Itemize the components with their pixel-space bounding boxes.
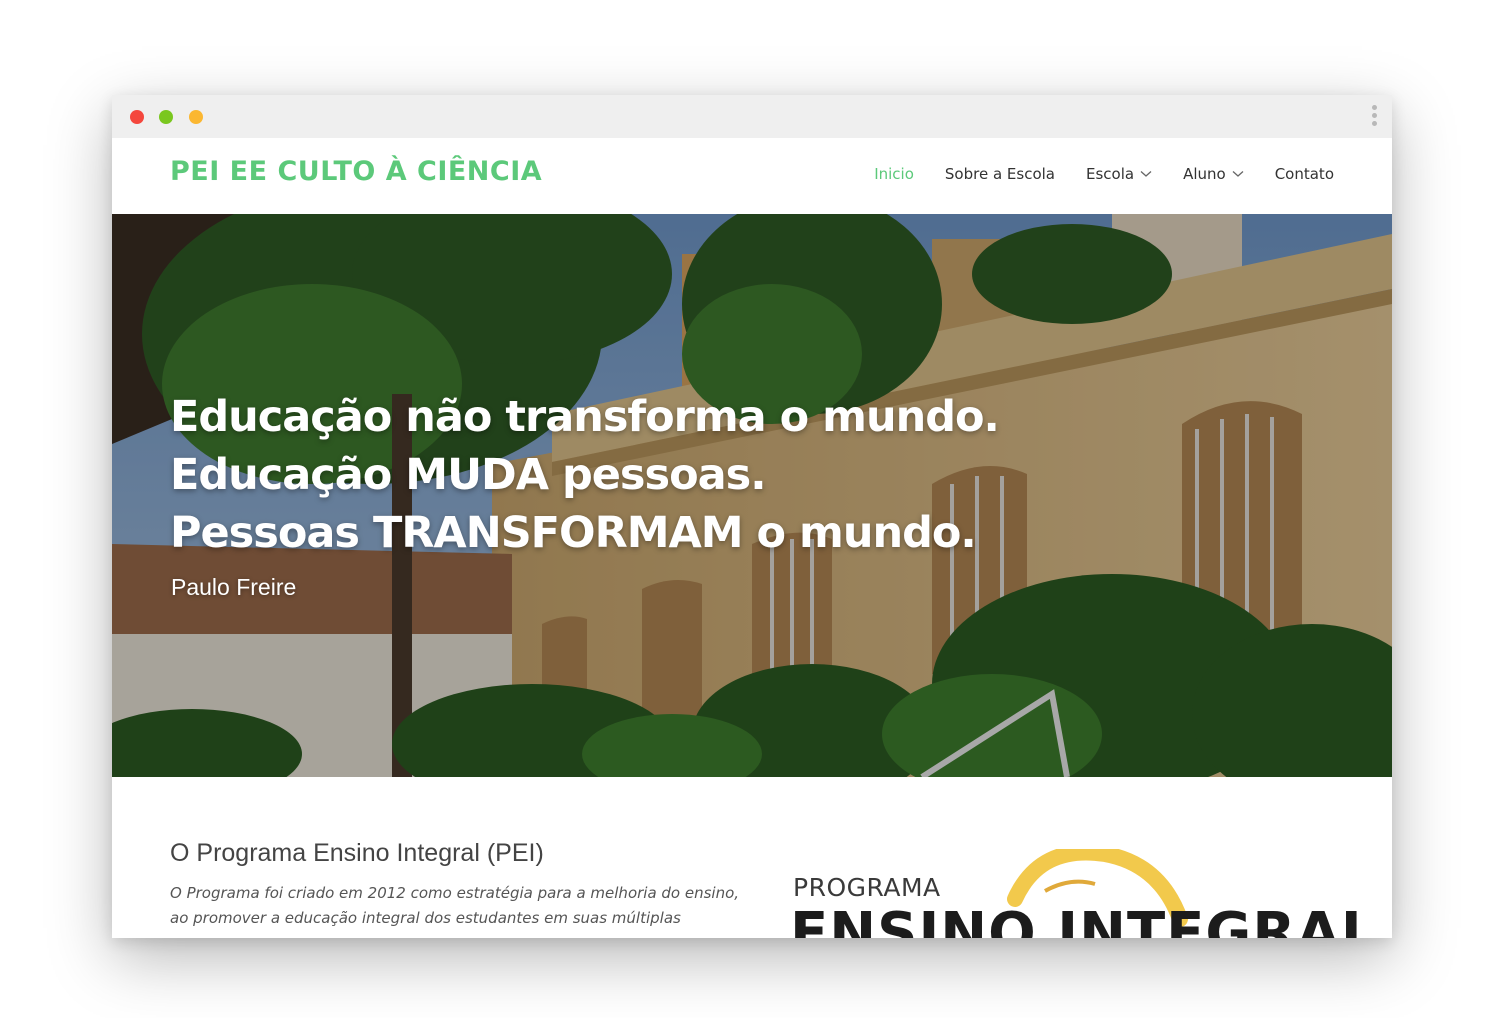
hero-quote: Educação não transforma o mundo. Educaçã… — [170, 388, 1000, 562]
menu-item-label: Contato — [1274, 165, 1334, 183]
maximize-window-button[interactable] — [159, 110, 173, 124]
site-brand[interactable]: PEI EE CULTO À CIÊNCIA — [170, 156, 542, 187]
browser-window: PEI EE CULTO À CIÊNCIA Inicio Sobre a Es… — [112, 95, 1392, 938]
kebab-menu-icon[interactable] — [1372, 105, 1378, 129]
minimize-window-button[interactable] — [189, 110, 203, 124]
hero-banner: Educação não transforma o mundo. Educaçã… — [112, 214, 1392, 777]
menu-item-inicio[interactable]: Inicio — [874, 165, 914, 183]
chevron-down-icon — [1140, 171, 1152, 177]
menu-item-label: Escola — [1086, 165, 1135, 183]
hero-quote-line: Educação MUDA pessoas. — [170, 450, 767, 500]
menu-item-label: Inicio — [874, 165, 914, 183]
section-description: O Programa foi criado em 2012 como estra… — [170, 884, 740, 927]
menu-item-label: Aluno — [1183, 165, 1226, 183]
menu-item-label: Sobre a Escola — [944, 165, 1055, 183]
logo-big-text: ENSINO INTEGRAL — [790, 901, 1378, 938]
close-window-button[interactable] — [130, 110, 144, 124]
browser-titlebar — [112, 95, 1392, 138]
menu-item-sobre-a-escola[interactable]: Sobre a Escola — [945, 165, 1055, 183]
hero-quote-author: Paulo Freire — [171, 574, 297, 600]
logo-small-text: PROGRAMA — [793, 873, 941, 902]
main-menu: Inicio Sobre a Escola Escola Aluno Conta… — [874, 165, 1334, 183]
menu-item-escola[interactable]: Escola — [1086, 165, 1152, 183]
section-title: O Programa Ensino Integral (PEI) — [170, 839, 544, 867]
chevron-down-icon — [1232, 171, 1244, 177]
hero-quote-line: Educação não transforma o mundo. — [170, 392, 1000, 442]
pei-logo: PROGRAMA ENSINO INTEGRAL — [790, 849, 1377, 938]
site-navbar: PEI EE CULTO À CIÊNCIA Inicio Sobre a Es… — [112, 138, 1392, 214]
hero-quote-line: Pessoas TRANSFORMAM o mundo. — [170, 508, 977, 558]
pei-section: O Programa Ensino Integral (PEI) O Progr… — [112, 777, 1392, 938]
menu-item-contato[interactable]: Contato — [1275, 165, 1334, 183]
menu-item-aluno[interactable]: Aluno — [1183, 165, 1244, 183]
